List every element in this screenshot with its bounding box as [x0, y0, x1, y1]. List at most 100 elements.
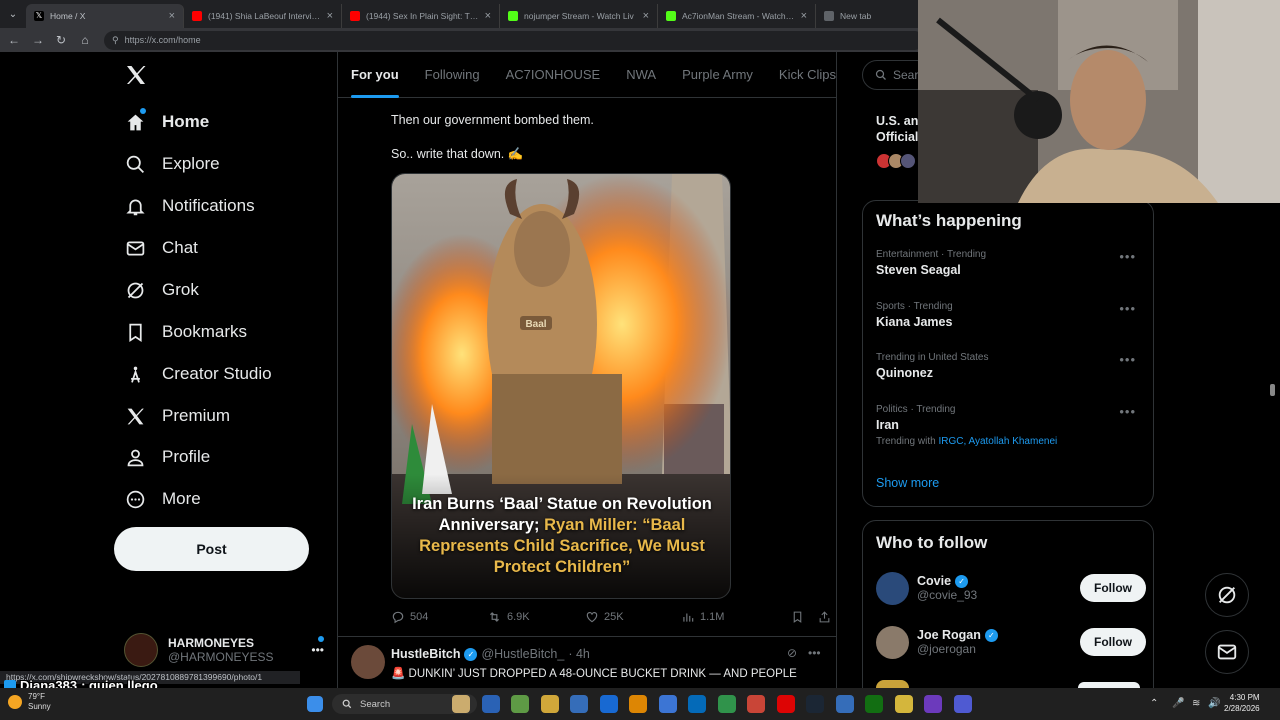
suggestion-name: Covie	[917, 574, 952, 588]
show-more-link[interactable]: Show more	[876, 476, 939, 490]
post-more-icon[interactable]: •••	[808, 646, 821, 660]
steam-icon[interactable]	[806, 695, 824, 713]
browser-tab[interactable]: nojumper Stream - Watch Liv ×	[500, 4, 658, 28]
address-field[interactable]: ⚲ https://x.com/home	[104, 30, 924, 50]
trend-more-icon[interactable]: •••	[1119, 249, 1136, 264]
forward-arrow-icon[interactable]: →	[32, 33, 44, 47]
store-icon[interactable]	[570, 695, 588, 713]
mail-icon	[124, 237, 146, 259]
trend-more-icon[interactable]: •••	[1119, 352, 1136, 367]
task-view-icon[interactable]	[481, 695, 500, 713]
file-explorer-icon[interactable]	[540, 695, 559, 713]
trend-item[interactable]: Sports · Trending Kiana James •••	[876, 301, 1146, 329]
taskbar-app-icon[interactable]	[452, 695, 470, 713]
app-icon[interactable]	[747, 695, 765, 713]
suggestion-name: Joe Rogan	[917, 628, 981, 642]
youtube-icon[interactable]	[776, 695, 795, 713]
edge-icon[interactable]	[688, 695, 706, 713]
nav-item-more[interactable]: More	[124, 485, 201, 513]
tab-purple-army[interactable]: Purple Army	[669, 52, 766, 98]
obs-icon[interactable]	[924, 695, 942, 713]
avatar[interactable]	[876, 571, 909, 605]
nav-item-profile[interactable]: Profile	[124, 443, 210, 471]
reload-icon[interactable]: ↻	[56, 33, 66, 47]
nav-item-premium[interactable]: Premium	[124, 402, 230, 430]
site-info-icon[interactable]: ⚲	[112, 35, 119, 46]
wifi-icon[interactable]: ≋	[1192, 698, 1200, 709]
microphone-icon[interactable]: 🎤	[1172, 698, 1184, 709]
nav-item-grok[interactable]: Grok	[124, 276, 199, 304]
trend-item[interactable]: Politics · Trending Iran ••• Trending with …	[876, 404, 1146, 447]
tab-for-you[interactable]: For you	[338, 52, 412, 98]
browser-tab[interactable]: Ac7ionMan Stream - Watch Li ×	[658, 4, 816, 28]
who-to-follow-title: Who to follow	[876, 533, 988, 552]
taskbar-clock[interactable]: 4:30 PM 2/28/2026	[1224, 692, 1260, 714]
windows-start-icon[interactable]	[307, 696, 323, 712]
tab-close-icon[interactable]: ×	[327, 10, 333, 22]
trend-with: Trending with IRGC, Ayatollah Khamenei	[876, 436, 1146, 447]
youtube-icon	[350, 11, 360, 21]
tab-following[interactable]: Following	[412, 52, 493, 98]
repost-button[interactable]: 6.9K	[487, 610, 585, 624]
reply-icon	[392, 611, 404, 624]
xbox-icon[interactable]	[865, 695, 883, 713]
account-switcher[interactable]: HARMONEYES @HARMONEYESS •••	[124, 630, 324, 670]
browser-tab[interactable]: (1944) Sex In Plain Sight: The Figu ×	[342, 4, 500, 28]
nav-item-notifications[interactable]: Notifications	[124, 192, 255, 220]
nav-item-explore[interactable]: Explore	[124, 150, 220, 178]
tab-close-icon[interactable]: ×	[485, 10, 491, 22]
tab-ac7ionhouse[interactable]: AC7IONHOUSE	[493, 52, 614, 98]
home-page-icon[interactable]: ⌂	[80, 33, 90, 47]
like-button[interactable]: 25K	[585, 610, 681, 624]
calculator-icon[interactable]	[658, 695, 677, 713]
discord-icon[interactable]	[953, 695, 972, 713]
trend-item[interactable]: Entertainment · Trending Steven Seagal •••	[876, 249, 1146, 277]
x-logo-icon[interactable]	[124, 62, 148, 94]
live-event-title[interactable]: U.S. an Official	[876, 113, 918, 145]
tab-nwa[interactable]: NWA	[613, 52, 669, 98]
browser-tab[interactable]: (1941) Shia LaBeouf Interview - Yo ×	[184, 4, 342, 28]
app-icon[interactable]	[835, 695, 854, 713]
share-icon[interactable]	[818, 610, 831, 624]
facebook-icon[interactable]	[599, 695, 618, 713]
post-image[interactable]: Baal Iran Burns ‘Baal’ Statue on Revolut…	[391, 173, 731, 599]
views-button[interactable]: 1.1M	[681, 610, 781, 624]
follow-button[interactable]: Follow	[1080, 628, 1146, 656]
bookmark-icon[interactable]	[791, 610, 804, 624]
follow-suggestion[interactable]: Joe Rogan ✓ @joerogan Follow	[876, 622, 1146, 662]
grok-icon[interactable]: ⊘	[787, 646, 797, 660]
amazon-icon[interactable]	[629, 695, 647, 713]
scrollbar-thumb[interactable]	[1270, 384, 1275, 396]
nav-item-bookmarks[interactable]: Bookmarks	[124, 318, 247, 346]
volume-icon[interactable]: 🔊	[1208, 698, 1220, 709]
widgets-icon[interactable]	[511, 695, 529, 713]
sticky-notes-icon[interactable]	[894, 695, 913, 713]
post-button[interactable]: Post	[114, 527, 309, 571]
follow-button[interactable]: Follow	[1080, 574, 1146, 602]
tab-close-icon[interactable]: ×	[169, 10, 175, 22]
messages-float-button[interactable]	[1205, 630, 1249, 674]
tab-close-icon[interactable]: ×	[801, 10, 807, 22]
reply-button[interactable]: 504	[391, 610, 487, 624]
nav-item-creator-studio[interactable]: Creator Studio	[124, 360, 272, 388]
avatar[interactable]	[876, 625, 909, 659]
tray-chevron-icon[interactable]: ⌃	[1150, 698, 1158, 709]
nav-item-chat[interactable]: Chat	[124, 234, 198, 262]
back-arrow-icon[interactable]: ←	[8, 33, 20, 47]
tab-close-icon[interactable]: ×	[643, 10, 649, 22]
browser-tab-title: (1944) Sex In Plain Sight: The Figu	[366, 11, 479, 21]
post-author-name[interactable]: HustleBitch	[391, 647, 460, 661]
tab-list-chevron-icon[interactable]: ⌄	[0, 2, 26, 26]
trend-more-icon[interactable]: •••	[1119, 301, 1136, 316]
chrome-icon[interactable]	[717, 695, 736, 713]
browser-tab[interactable]: 𝕏 Home / X ×	[26, 4, 184, 28]
trend-with-links[interactable]: IRGC, Ayatollah Khamenei	[938, 436, 1057, 447]
nav-item-home[interactable]: Home	[124, 108, 209, 136]
grok-float-button[interactable]	[1205, 573, 1249, 617]
tab-kick-clips[interactable]: Kick Clips	[766, 52, 849, 98]
follow-suggestion[interactable]: Covie ✓ @covie_93 Follow	[876, 568, 1146, 608]
trend-item[interactable]: Trending in United States Quinonez •••	[876, 352, 1146, 380]
trend-more-icon[interactable]: •••	[1119, 404, 1136, 419]
weather-widget[interactable]: 79°F Sunny	[8, 692, 51, 712]
post-author-avatar[interactable]	[351, 645, 385, 679]
